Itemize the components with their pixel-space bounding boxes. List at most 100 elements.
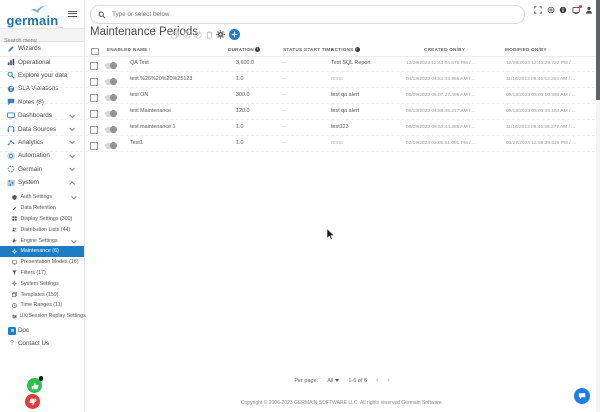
sidebar-subitem-time-ranges[interactable]: Time Ranges (11) — [0, 300, 84, 311]
row-checkbox[interactable] — [90, 126, 98, 134]
germain-logo[interactable]: germainux — [0, 3, 70, 21]
settings-gear-icon[interactable] — [216, 30, 225, 39]
enabled-toggle[interactable] — [105, 63, 117, 69]
sidebar-subitem-auth-settings[interactable]: Auth Settings — [0, 192, 84, 203]
cell-actions: none — [331, 136, 403, 151]
info-badge-icon[interactable] — [355, 47, 360, 52]
search-icon — [98, 11, 106, 19]
cell-name: Test1 — [130, 136, 232, 151]
row-checkbox[interactable] — [90, 78, 98, 86]
sidebar-item-germain[interactable]: Germain — [0, 163, 84, 176]
toggle-knob — [110, 126, 117, 133]
fullscreen-icon[interactable] — [534, 6, 542, 14]
chat-icon — [578, 392, 586, 400]
table-row[interactable]: QA Test 3,600.0 — Test SQL Report 12/28/… — [0, 56, 600, 72]
table-row[interactable]: test maintenance 1 1.0 — test123 09/08/2… — [0, 120, 600, 136]
global-search-input[interactable] — [110, 10, 494, 19]
sidebar-subitem-data-retention[interactable]: Data Retention — [0, 203, 84, 214]
prev-page-button[interactable]: ‹ — [376, 377, 378, 384]
cell-created-on-by: 02/19/2024 02:05:51.091 PM / ... — [406, 136, 504, 151]
dashed-circle-icon — [7, 165, 16, 173]
cell-modified-on-by: 09/13/2023 05:06:50.360 AM / ... — [506, 88, 596, 103]
header-modified[interactable]: MODIFIED ON/BY↕ — [505, 43, 550, 56]
row-checkbox-wrap — [90, 136, 102, 151]
header-enabled[interactable]: ENABLED↕ — [107, 43, 135, 56]
sidebar-subitem-ux-session-replay-settings[interactable]: UX/Session Replay Settings — [0, 311, 84, 322]
per-page-select[interactable]: All — [327, 378, 339, 384]
table-row[interactable]: test Maintenance 120.0 — test qa alert 0… — [0, 104, 600, 120]
header-created[interactable]: CREATED ON/BY↕ — [424, 43, 469, 56]
table-row[interactable]: test ON 300.0 — test qa alert 05/09/2023… — [0, 88, 600, 104]
enabled-toggle-wrap — [105, 120, 123, 135]
cell-name: test %26%20%20%25123 — [130, 72, 232, 87]
feedback-negative-button[interactable] — [25, 394, 40, 409]
sidebar-footer: Doc Contact Us — [0, 324, 84, 350]
enabled-toggle[interactable] — [105, 143, 117, 149]
sliders-icon — [12, 314, 17, 319]
cell-status: — — [281, 88, 301, 103]
question-icon — [8, 340, 16, 347]
info-badge-icon[interactable] — [255, 47, 260, 52]
duplicate-icon[interactable] — [171, 31, 179, 39]
table-header: ENABLED↕ NAME↑ DURATION↕ STATUS↕ START T… — [0, 43, 600, 57]
cell-modified-on-by: 03/27/2024 12:59:38.529 PM / ... — [506, 136, 596, 151]
info-icon[interactable] — [559, 6, 567, 14]
target-icon[interactable] — [547, 6, 555, 14]
next-page-button[interactable]: › — [387, 377, 389, 384]
scrollbar[interactable] — [596, 0, 600, 412]
menu-icon[interactable] — [68, 9, 77, 18]
header-duration[interactable]: DURATION↕ — [228, 43, 263, 56]
disable-block-circle-icon[interactable] — [194, 31, 202, 39]
row-checkbox[interactable] — [90, 142, 98, 150]
chevron-down-icon — [71, 238, 76, 243]
sidebar-subitem-templates[interactable]: Templates (159) — [0, 289, 84, 300]
sidebar-subitem-distribution-lists[interactable]: Distribution Lists (44) — [0, 224, 84, 235]
row-checkbox[interactable] — [90, 110, 98, 118]
header-status[interactable]: STATUS↕ — [283, 43, 306, 56]
funnel-icon — [12, 270, 18, 275]
sidebar-subitem-filters[interactable]: Filters (17) — [0, 268, 84, 279]
gear-icon — [12, 281, 18, 286]
enabled-toggle[interactable] — [105, 127, 117, 133]
cell-modified-on-by: 12/28/2023 12:43:28.722 PM / ... — [506, 56, 596, 71]
sidebar-item-contact-us[interactable]: Contact Us — [0, 337, 84, 350]
header-actions[interactable]: ACTIONS — [331, 43, 360, 56]
sidebar-subitem-presentation-modes[interactable]: Presentation Modes (16) — [0, 257, 84, 268]
add-button[interactable] — [229, 29, 240, 40]
enabled-toggle[interactable] — [105, 111, 117, 117]
cell-modified-on-by: 11/16/2023 09:46:55.277 AM / ... — [506, 120, 596, 135]
enabled-toggle[interactable] — [105, 79, 117, 85]
sidebar-item-system[interactable]: System — [0, 176, 84, 189]
user-icon[interactable] — [585, 6, 593, 14]
enabled-toggle-wrap — [105, 72, 123, 87]
table-row[interactable]: Test1 1.0 — none 02/19/2024 02:05:51.091… — [0, 136, 600, 152]
global-search — [90, 5, 525, 24]
sidebar-subitem-engine-settings[interactable]: Engine Settings — [0, 235, 84, 246]
copy-icon — [12, 292, 18, 297]
sidebar-subitem-display-settings[interactable]: Display Settings (300) — [0, 214, 84, 225]
sidebar-subitem-maintenance[interactable]: Maintenance (6) — [0, 246, 84, 257]
row-checkbox[interactable] — [90, 94, 98, 102]
wrench-icon — [12, 238, 18, 243]
title-toolbar — [171, 29, 240, 40]
mouse-cursor — [326, 228, 335, 241]
header-name[interactable]: NAME↑ — [133, 43, 151, 57]
thumbs-down-icon — [29, 398, 37, 406]
row-checkbox[interactable] — [90, 62, 98, 70]
sidebar-subitem-system-settings[interactable]: System Settings — [0, 278, 84, 289]
toggle-knob — [110, 142, 117, 149]
scrollbar-thumb[interactable] — [596, 0, 600, 100]
cell-name: test maintenance 1 — [130, 120, 232, 135]
enabled-toggle[interactable] — [105, 95, 117, 101]
table-row[interactable]: test %26%20%20%25123 1.0 — none 04/18/20… — [0, 72, 600, 88]
enable-check-circle-icon[interactable] — [183, 31, 191, 39]
row-checkbox-wrap — [90, 120, 102, 135]
sidebar-item-doc[interactable]: Doc — [0, 324, 84, 337]
pagination: Per page: All 1-6 of 6 ‹ › — [84, 377, 600, 384]
select-all-checkbox[interactable] — [91, 48, 99, 56]
delete-trash-icon[interactable] — [206, 31, 213, 39]
monitor-icon — [12, 260, 18, 265]
table-body: QA Test 3,600.0 — Test SQL Report 12/28/… — [0, 56, 600, 152]
feedback-positive-button[interactable] — [27, 378, 42, 393]
alerts-icon[interactable] — [572, 6, 581, 14]
